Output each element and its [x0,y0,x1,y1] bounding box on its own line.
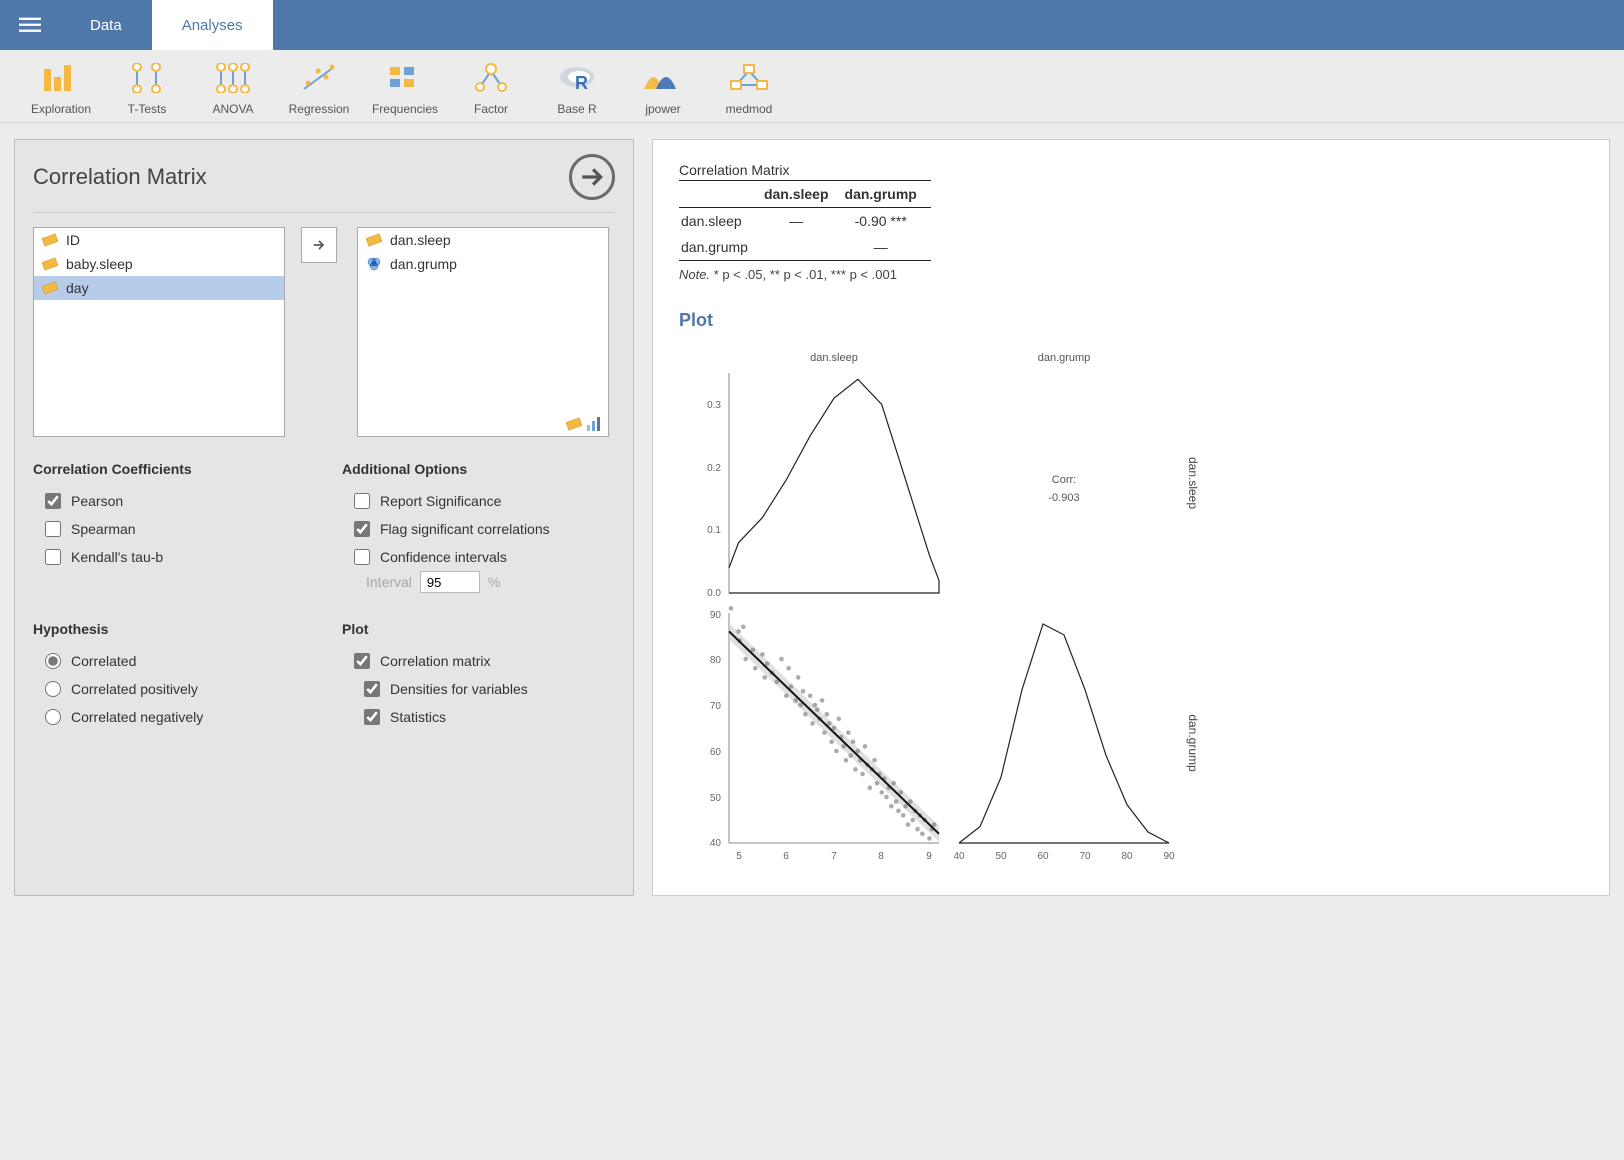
scale-icon [42,256,58,272]
svg-text:40: 40 [710,838,722,849]
svg-text:90: 90 [1163,851,1175,862]
rad-correlated[interactable]: Correlated [33,647,306,675]
svg-text:dan.sleep: dan.sleep [1186,457,1199,509]
chk-ci[interactable]: Confidence intervals [342,543,615,571]
svg-text:50: 50 [995,851,1007,862]
svg-text:dan.grump: dan.grump [1038,352,1091,364]
correlation-plot: dan.sleep dan.grump dan.sleep dan.grump … [679,343,1199,873]
tool-exploration[interactable]: Exploration [18,58,104,116]
svg-text:-0.903: -0.903 [1048,492,1079,504]
svg-text:0.1: 0.1 [707,525,721,536]
svg-text:90: 90 [710,610,722,621]
ttest-icon [128,58,166,98]
analysis-title: Correlation Matrix [33,164,207,190]
medmod-icon [728,58,770,98]
selected-variables-box[interactable]: dan.sleep dan.grump [357,227,609,437]
move-right-button[interactable] [301,227,337,263]
var-item-dansleep[interactable]: dan.sleep [358,228,608,252]
svg-text:dan.sleep: dan.sleep [810,352,858,364]
interval-label: Interval [366,574,412,590]
tool-anova[interactable]: ANOVA [190,58,276,116]
scale-icon [566,416,582,432]
rad-corr-neg[interactable]: Correlated negatively [33,703,306,731]
svg-text:R: R [575,73,588,93]
var-item-day[interactable]: day [34,276,284,300]
chk-report-sig[interactable]: Report Significance [342,487,615,515]
tool-baser[interactable]: R Base R [534,58,620,116]
svg-text:8: 8 [878,851,884,862]
svg-text:6: 6 [783,851,789,862]
addl-opts-header: Additional Options [342,461,615,477]
interval-input[interactable] [420,571,480,593]
svg-text:70: 70 [710,701,722,712]
chk-kendall[interactable]: Kendall's tau-b [33,543,306,571]
freq-icon [388,58,422,98]
hypothesis-header: Hypothesis [33,621,306,637]
var-item-id[interactable]: ID [34,228,284,252]
svg-text:80: 80 [1121,851,1133,862]
svg-text:60: 60 [710,747,722,758]
r-logo-icon: R [557,58,597,98]
chk-plot-matrix[interactable]: Correlation matrix [342,647,615,675]
tool-medmod[interactable]: medmod [706,58,792,116]
var-item-dangrump[interactable]: dan.grump [358,252,608,276]
ordinal-icon [586,416,602,432]
svg-text:0.2: 0.2 [707,463,721,474]
results-panel: Correlation Matrix dan.sleepdan.grump da… [652,139,1610,896]
chk-plot-stats[interactable]: Statistics [342,703,615,731]
run-button[interactable] [569,154,615,200]
var-item-babysleep[interactable]: baby.sleep [34,252,284,276]
top-bar: Data Analyses [0,0,1624,50]
plot-heading: Plot [679,310,1583,331]
tab-analyses[interactable]: Analyses [152,0,273,50]
chk-spearman[interactable]: Spearman [33,515,306,543]
svg-text:dan.grump: dan.grump [1186,714,1199,772]
tool-jpower[interactable]: jpower [620,58,706,116]
tab-data[interactable]: Data [60,0,152,50]
svg-text:0.3: 0.3 [707,400,721,411]
anova-icon [213,58,253,98]
toolbar: Exploration T-Tests ANOVA Regression Fre… [0,50,1624,123]
scale-icon [42,232,58,248]
factor-icon [472,58,510,98]
tool-frequencies[interactable]: Frequencies [362,58,448,116]
svg-text:9: 9 [926,851,932,862]
svg-text:50: 50 [710,793,722,804]
svg-text:80: 80 [710,655,722,666]
tool-ttests[interactable]: T-Tests [104,58,190,116]
correlation-table: dan.sleepdan.grump dan.sleep—-0.90 *** d… [679,180,931,261]
tool-factor[interactable]: Factor [448,58,534,116]
table-note: Note. * p < .05, ** p < .01, *** p < .00… [679,261,919,282]
results-table-title: Correlation Matrix [679,162,1583,178]
bars-icon [42,58,80,98]
corr-coeff-header: Correlation Coefficients [33,461,306,477]
plot-opts-header: Plot [342,621,615,637]
jpower-icon [642,58,684,98]
scale-icon [366,232,382,248]
rad-corr-pos[interactable]: Correlated positively [33,675,306,703]
chk-pearson[interactable]: Pearson [33,487,306,515]
svg-text:40: 40 [953,851,965,862]
svg-text:70: 70 [1079,851,1091,862]
svg-text:5: 5 [736,851,742,862]
svg-text:Corr:: Corr: [1052,474,1076,486]
nominal-icon [366,256,382,272]
chk-plot-densities[interactable]: Densities for variables [342,675,615,703]
regression-icon [300,58,338,98]
tool-regression[interactable]: Regression [276,58,362,116]
svg-text:60: 60 [1037,851,1049,862]
interval-suffix: % [488,574,500,590]
svg-text:0.0: 0.0 [707,588,721,599]
analysis-config-panel: Correlation Matrix ID baby.sleep day [14,139,634,896]
menu-icon[interactable] [0,14,60,36]
svg-text:7: 7 [831,851,837,862]
available-variables-box[interactable]: ID baby.sleep day [33,227,285,437]
scale-icon [42,280,58,296]
chk-flag[interactable]: Flag significant correlations [342,515,615,543]
